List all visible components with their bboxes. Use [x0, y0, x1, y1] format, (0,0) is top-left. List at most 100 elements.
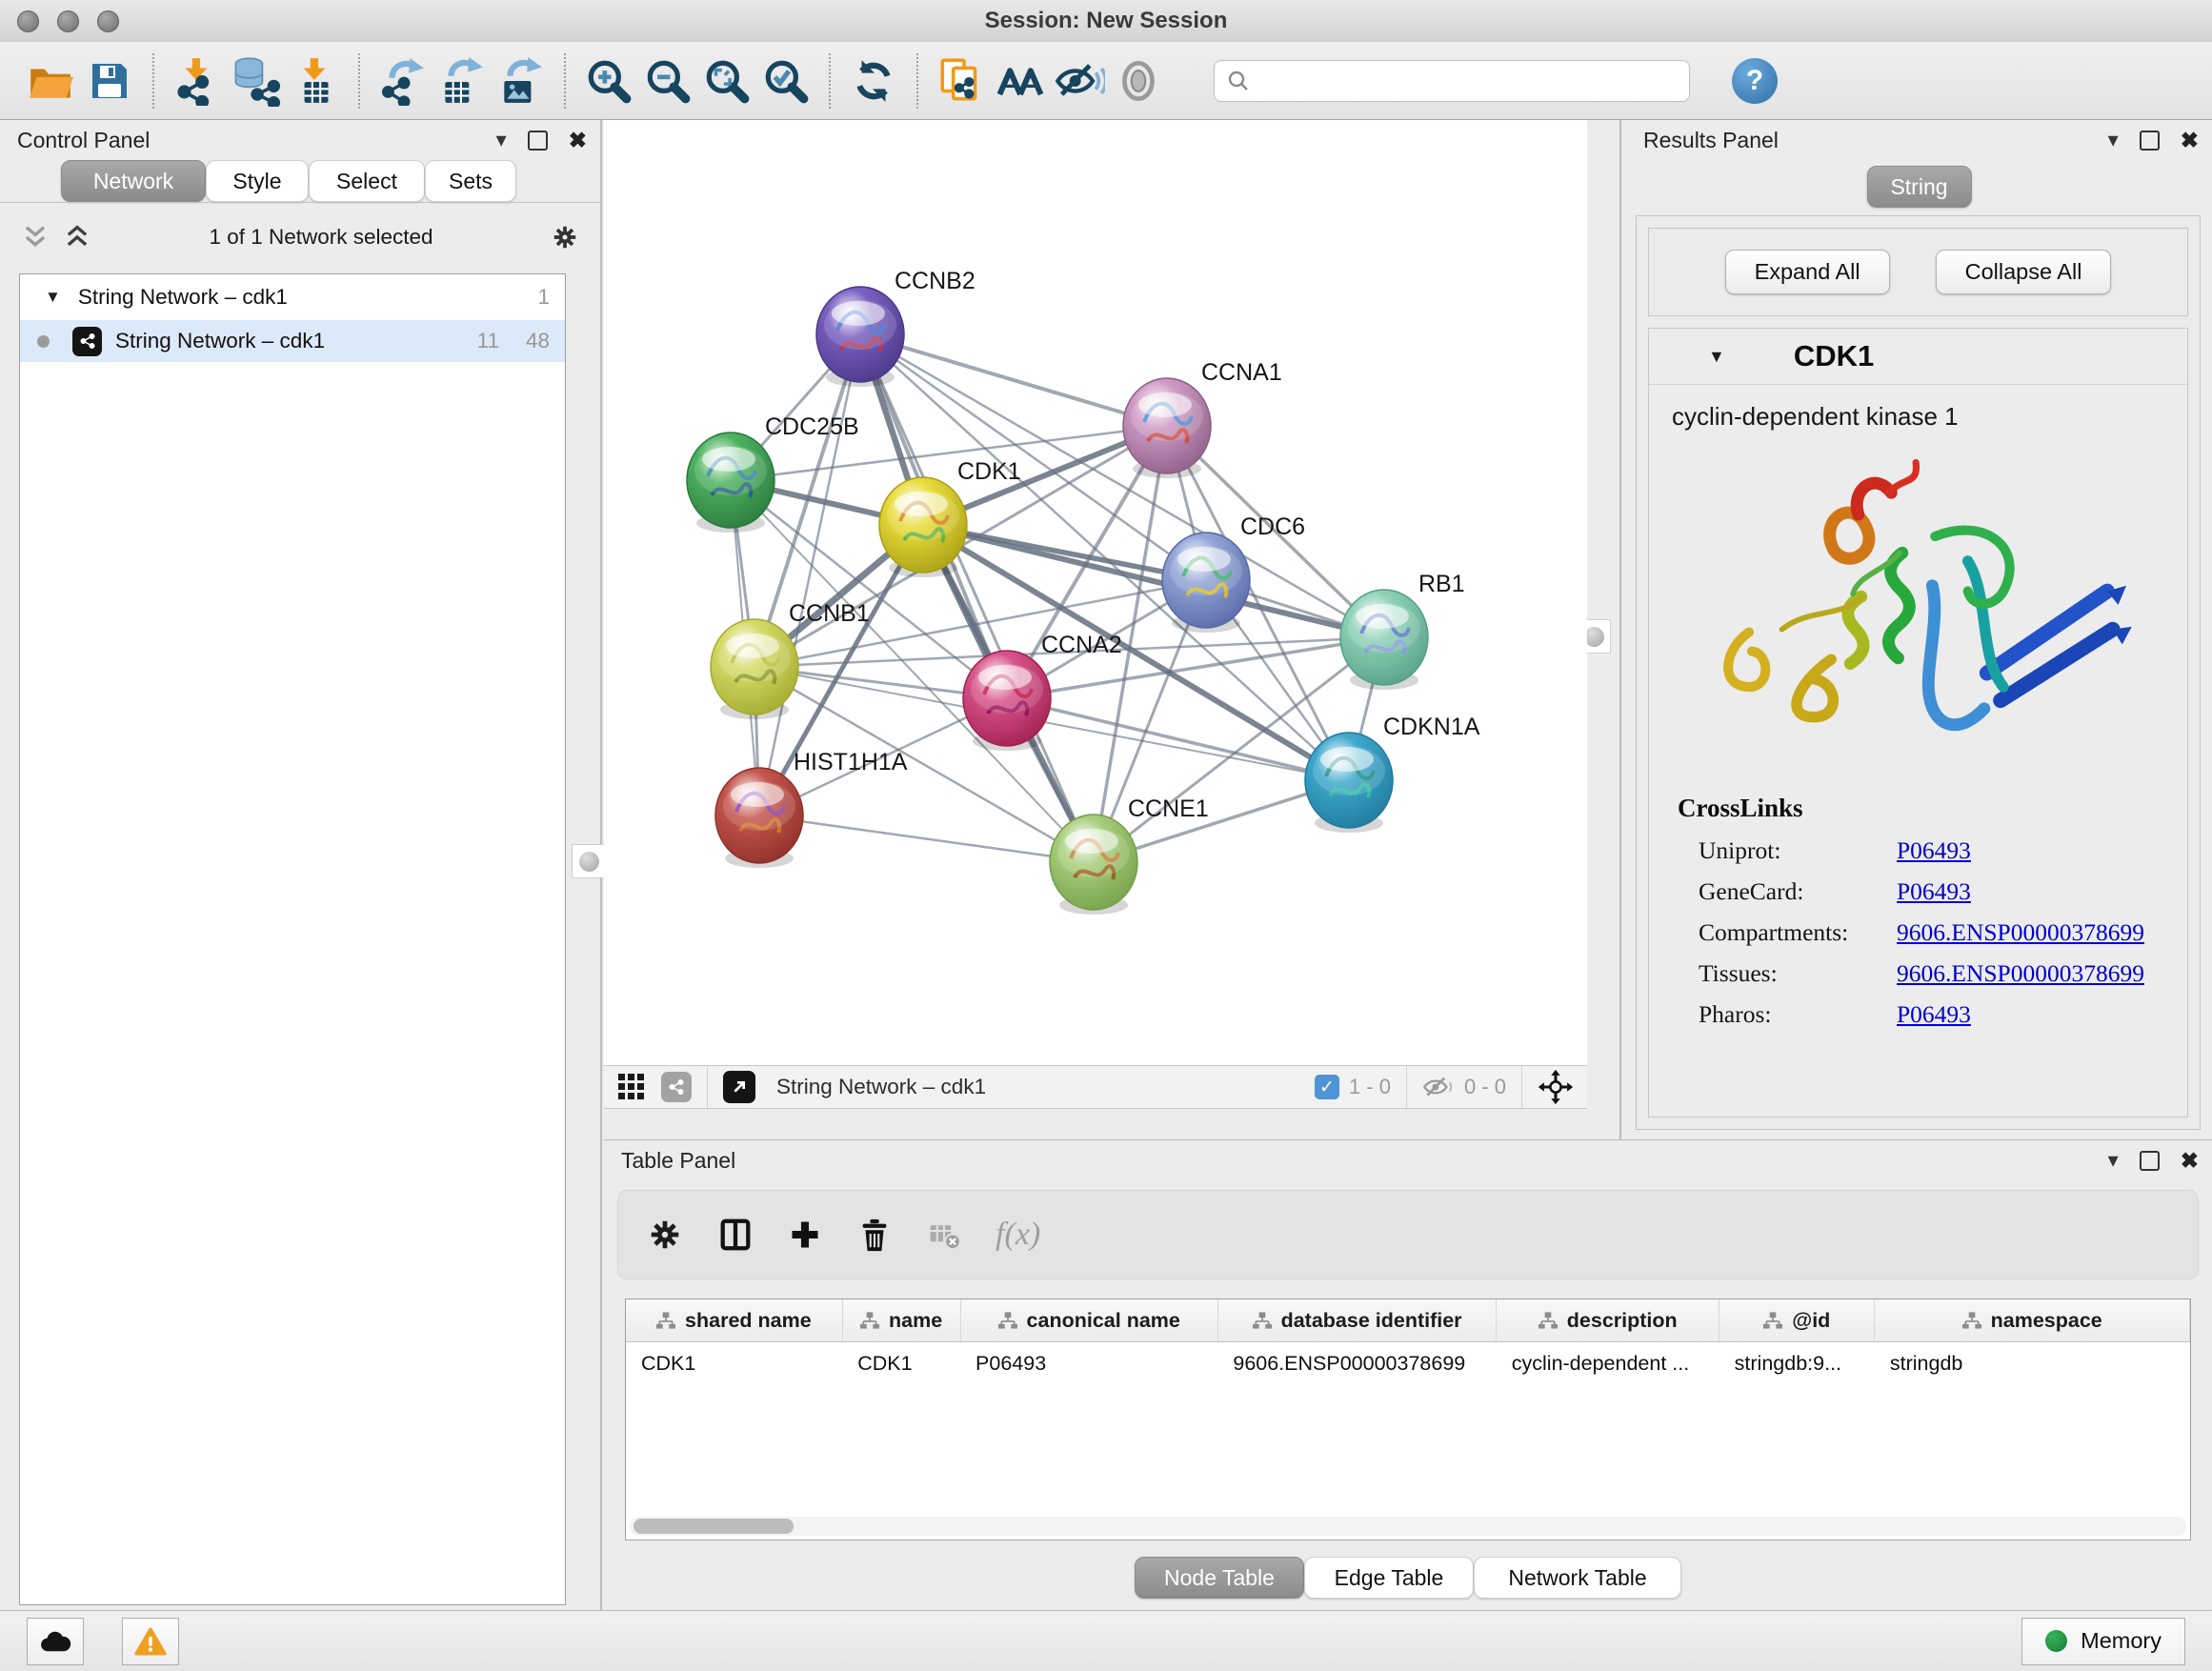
network-collection-row[interactable]: ▼ String Network – cdk1 1 — [20, 274, 565, 320]
panel-close-icon[interactable]: ✖ — [2181, 130, 2199, 151]
zoom-selected-button[interactable] — [756, 51, 815, 111]
expand-all-button[interactable]: Expand All — [1725, 250, 1890, 294]
toolbar-separator — [564, 53, 566, 109]
save-session-button[interactable] — [80, 51, 139, 111]
cytoscape-window: Session: New Session ? Control — [0, 0, 2212, 1671]
panel-float-icon[interactable]: ▾ — [2108, 130, 2119, 151]
clone-network-button[interactable] — [932, 51, 991, 111]
panel-close-icon[interactable]: ✖ — [569, 130, 587, 151]
network-row-selected[interactable]: String Network – cdk1 11 48 — [20, 320, 565, 362]
hide-selected-button[interactable] — [1050, 51, 1109, 111]
column-header-shared-name[interactable]: shared name — [626, 1299, 842, 1342]
network-graph[interactable]: CCNB2CCNA1CDC25BCDK1CDC6RB1CCNB1CCNA2CDK… — [604, 120, 1587, 1065]
warning-status-button[interactable] — [122, 1618, 179, 1665]
table-toolbar: f(x) — [617, 1190, 2199, 1279]
export-network-button[interactable] — [373, 51, 432, 111]
crosslink-value-link[interactable]: 9606.ENSP00000378699 — [1897, 918, 2144, 947]
cloud-status-button[interactable] — [27, 1618, 84, 1665]
column-header-name[interactable]: name — [842, 1299, 960, 1342]
help-button[interactable]: ? — [1732, 58, 1778, 104]
panel-float-icon[interactable]: ▾ — [496, 130, 507, 151]
export-image-button[interactable] — [492, 51, 551, 111]
right-splitter[interactable] — [1619, 120, 1622, 1139]
network-view-toolbar: String Network – cdk1 ✓ 1 - 0 0 - 0 — [604, 1065, 1587, 1109]
detach-view-icon[interactable] — [723, 1071, 755, 1103]
tab-network-table[interactable]: Network Table — [1474, 1557, 1681, 1599]
network-node-CCNE1[interactable]: CCNE1 — [1050, 795, 1209, 915]
show-columns-icon[interactable] — [717, 1217, 754, 1253]
export-table-button[interactable] — [432, 51, 492, 111]
column-header-canonical-name[interactable]: canonical name — [960, 1299, 1217, 1342]
network-options-gear-icon[interactable] — [551, 223, 579, 252]
column-header-namespace[interactable]: namespace — [1875, 1299, 2190, 1342]
section-expander-icon[interactable]: ▼ — [1708, 347, 1725, 367]
control-panel: Control Panel ▾ ✖ Network Style Select S… — [0, 120, 600, 1610]
tab-edge-table[interactable]: Edge Table — [1304, 1557, 1474, 1599]
grid-view-icon[interactable] — [617, 1073, 646, 1101]
panel-close-icon[interactable]: ✖ — [2181, 1150, 2199, 1172]
column-header--id[interactable]: @id — [1719, 1299, 1875, 1342]
zoom-in-button[interactable] — [579, 51, 638, 111]
panel-maximize-icon[interactable] — [2140, 1151, 2160, 1171]
network-node-HIST1H1A[interactable]: HIST1H1A — [715, 749, 908, 868]
create-column-icon[interactable] — [788, 1218, 822, 1252]
network-node-CCNB2[interactable]: CCNB2 — [816, 268, 975, 387]
import-network-file-button[interactable] — [168, 51, 227, 111]
network-view-share-icon[interactable] — [661, 1072, 692, 1102]
zoom-out-icon — [643, 56, 693, 106]
scrollbar-thumb[interactable] — [633, 1519, 794, 1534]
column-type-icon — [1763, 1312, 1782, 1329]
first-neighbors-button[interactable] — [991, 51, 1050, 111]
panel-maximize-icon[interactable] — [528, 131, 548, 151]
network-node-CDKN1A[interactable]: CDKN1A — [1305, 714, 1480, 833]
zoom-in-icon — [584, 56, 633, 106]
string-results-tab[interactable]: String — [1866, 166, 1971, 208]
maximize-window-button[interactable] — [97, 10, 119, 32]
table-options-gear-icon[interactable] — [647, 1217, 683, 1253]
tab-network[interactable]: Network — [61, 160, 206, 202]
column-type-icon — [860, 1312, 879, 1329]
crosslink-value-link[interactable]: P06493 — [1897, 877, 1971, 906]
open-session-button[interactable] — [21, 51, 80, 111]
import-network-database-button[interactable] — [227, 51, 286, 111]
tab-sets[interactable]: Sets — [425, 160, 516, 202]
show-graphics-button[interactable] — [1109, 51, 1168, 111]
network-node-count: 11 — [477, 329, 499, 353]
collapse-all-button[interactable]: Collapse All — [1936, 250, 2112, 294]
minimize-window-button[interactable] — [57, 10, 79, 32]
tab-style[interactable]: Style — [206, 160, 309, 202]
table-row[interactable]: CDK1CDK1P064939606.ENSP00000378699cyclin… — [626, 1342, 2190, 1385]
crosslink-value-link[interactable]: 9606.ENSP00000378699 — [1897, 959, 2144, 988]
column-header-database-identifier[interactable]: database identifier — [1217, 1299, 1496, 1342]
selected-count-checkbox[interactable]: ✓ — [1315, 1075, 1339, 1099]
left-splitter-handle[interactable] — [572, 844, 606, 878]
delete-column-trash-icon[interactable] — [856, 1217, 893, 1253]
refresh-network-button[interactable] — [844, 51, 903, 111]
table-horizontal-scrollbar[interactable] — [630, 1517, 2186, 1536]
zoom-fit-button[interactable] — [697, 51, 756, 111]
column-header-description[interactable]: description — [1497, 1299, 1719, 1342]
gene-section-header[interactable]: ▼ CDK1 — [1649, 329, 2187, 385]
crosslink-row: Uniprot:P06493 — [1678, 836, 2164, 865]
pan-crosshair-icon[interactable] — [1538, 1069, 1574, 1105]
tree-expander-icon[interactable]: ▼ — [45, 288, 61, 307]
panel-float-icon[interactable]: ▾ — [2108, 1150, 2119, 1171]
import-database-icon — [231, 55, 282, 107]
crosslink-value-link[interactable]: P06493 — [1897, 836, 1971, 865]
tab-select[interactable]: Select — [309, 160, 425, 202]
panel-maximize-icon[interactable] — [2140, 131, 2160, 151]
network-canvas[interactable]: CCNB2CCNA1CDC25BCDK1CDC6RB1CCNB1CCNA2CDK… — [604, 120, 1587, 1065]
crosslink-value-link[interactable]: P06493 — [1897, 1000, 1971, 1029]
export-table-icon — [437, 56, 487, 106]
network-node-CDK1[interactable]: CDK1 — [879, 458, 1021, 577]
collapse-all-icon[interactable] — [21, 225, 50, 250]
memory-button[interactable]: Memory — [2021, 1618, 2185, 1665]
zoom-out-button[interactable] — [638, 51, 697, 111]
network-node-RB1[interactable]: RB1 — [1340, 571, 1465, 690]
expand-all-icon[interactable] — [63, 225, 91, 250]
import-table-button[interactable] — [286, 51, 345, 111]
tab-node-table[interactable]: Node Table — [1135, 1557, 1304, 1599]
search-input[interactable] — [1251, 68, 1689, 94]
close-window-button[interactable] — [17, 10, 39, 32]
node-label-CCNB2: CCNB2 — [895, 268, 975, 294]
